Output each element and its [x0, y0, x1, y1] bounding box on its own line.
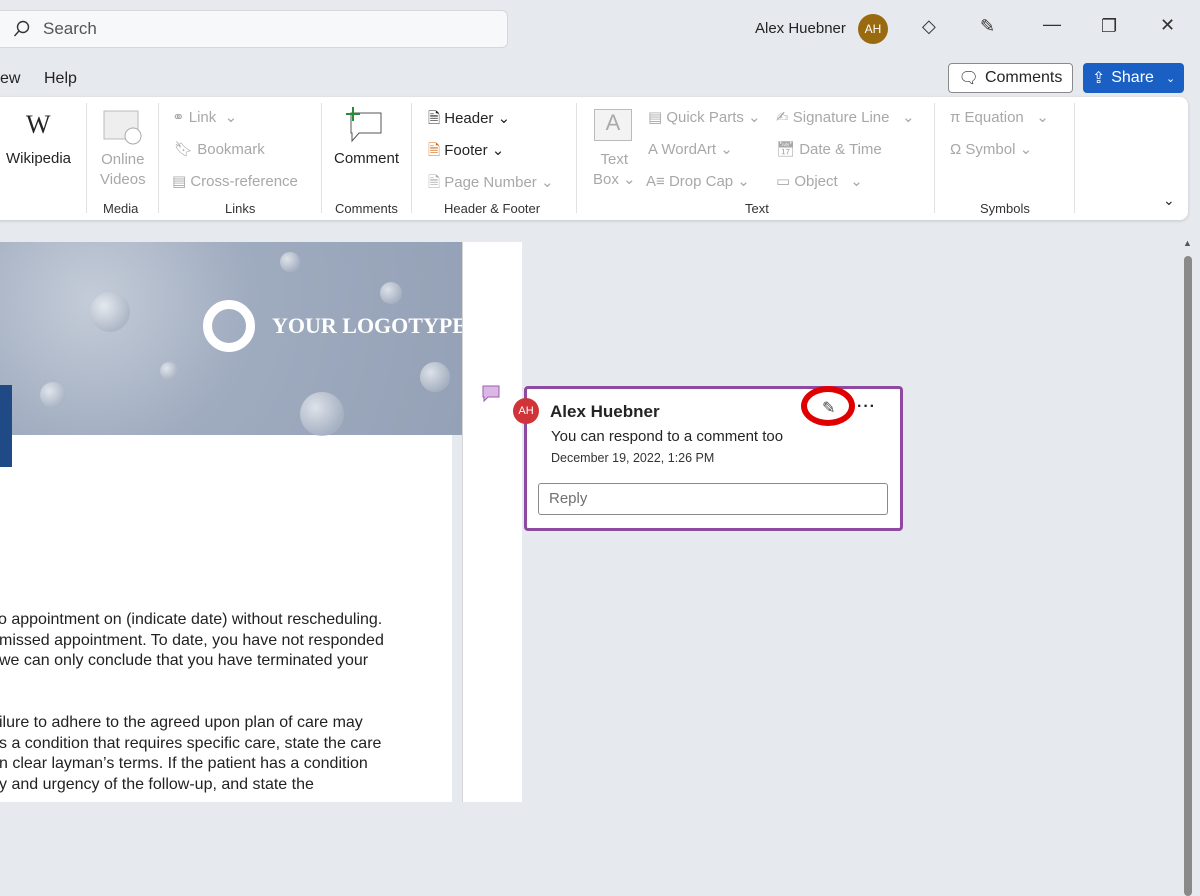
- restore-icon[interactable]: ❐: [1101, 16, 1117, 37]
- comment-avatar: AH: [513, 398, 539, 424]
- paragraph-2[interactable]: ilure to adhere to the agreed upon plan …: [0, 713, 381, 795]
- signature-line-button[interactable]: ✍ Signature Line ⌄: [776, 108, 915, 126]
- comment-marker-icon[interactable]: [482, 385, 500, 403]
- logotype: YOUR LOGOTYPE: [272, 313, 467, 338]
- text-box-icon: A: [594, 109, 632, 141]
- share-icon: ⇪: [1091, 70, 1106, 87]
- group-comments: Comments: [335, 201, 398, 216]
- decorative-bar: [0, 385, 12, 467]
- close-icon[interactable]: ✕: [1160, 15, 1175, 36]
- group-header-footer: Header & Footer: [444, 201, 541, 216]
- comment-timestamp: December 19, 2022, 1:26 PM: [551, 451, 715, 465]
- search-placeholder: Search: [43, 19, 97, 38]
- equation-button[interactable]: π Equation ⌄: [950, 108, 1049, 126]
- collapse-ribbon-chevron-icon[interactable]: ⌄: [1163, 192, 1175, 209]
- text-box-button[interactable]: Text Box ⌄: [593, 150, 636, 190]
- vertical-scrollbar[interactable]: ▲: [1183, 238, 1193, 896]
- reply-input[interactable]: Reply: [538, 483, 888, 515]
- object-button[interactable]: ▭ Object ⌄: [776, 172, 863, 190]
- comment-button[interactable]: Comment: [334, 150, 399, 167]
- share-button[interactable]: ⇪ Share ⌄: [1083, 63, 1184, 93]
- comments-button[interactable]: 🗨 Comments: [948, 63, 1073, 93]
- wikipedia-button[interactable]: Wikipedia: [6, 150, 71, 167]
- group-text: Text: [745, 201, 769, 216]
- avatar[interactable]: AH: [858, 14, 888, 44]
- markup-area: [462, 242, 522, 802]
- header-button[interactable]: 🗎 Header ⌄: [428, 108, 510, 133]
- wikipedia-icon: W: [26, 110, 51, 139]
- quick-parts-button[interactable]: ▤ Quick Parts ⌄: [648, 108, 761, 126]
- link-button[interactable]: ⚭ Link ⌄: [172, 108, 237, 126]
- chevron-down-icon: ⌄: [1165, 72, 1176, 85]
- user-name[interactable]: Alex Huebner: [755, 20, 846, 37]
- footer-button[interactable]: 🗎 Footer ⌄: [428, 140, 504, 165]
- cross-reference-button[interactable]: ▤ Cross-reference: [172, 172, 298, 190]
- menu-help[interactable]: Help: [44, 70, 77, 88]
- new-comment-icon: [346, 107, 382, 143]
- scrollbar-thumb[interactable]: [1184, 256, 1192, 896]
- date-time-button[interactable]: 📅︎ Date & Time: [776, 140, 882, 158]
- group-symbols: Symbols: [980, 201, 1030, 216]
- more-options-icon[interactable]: ···: [857, 398, 876, 416]
- search-box[interactable]: Search: [0, 10, 508, 48]
- group-media: Media: [103, 201, 139, 216]
- drop-cap-button[interactable]: A≡ Drop Cap ⌄: [646, 172, 750, 190]
- comment-icon: 🗨: [958, 70, 979, 87]
- search-icon: [13, 20, 30, 37]
- paragraph-1[interactable]: o appointment on (indicate date) without…: [0, 610, 384, 672]
- bookmark-button[interactable]: 🔖︎ Bookmark: [174, 140, 265, 158]
- wordart-button[interactable]: A WordArt ⌄: [648, 140, 733, 158]
- diamond-icon[interactable]: ◇: [922, 16, 936, 37]
- group-links: Links: [225, 201, 256, 216]
- online-videos-button[interactable]: Online Videos: [100, 150, 146, 190]
- symbol-button[interactable]: Ω Symbol ⌄: [950, 140, 1032, 158]
- comment-text: You can respond to a comment too: [551, 428, 784, 445]
- comment-author: Alex Huebner: [550, 402, 660, 421]
- page-number-button[interactable]: 🗎 Page Number ⌄: [428, 172, 554, 197]
- edit-pencil-icon[interactable]: ✎: [822, 398, 835, 418]
- menu-view[interactable]: ew: [0, 70, 20, 88]
- logo-ring-icon: [203, 300, 255, 352]
- minimize-icon[interactable]: —: [1043, 14, 1061, 35]
- online-videos-icon: [103, 110, 142, 145]
- designer-wand-icon[interactable]: ✎: [980, 16, 995, 37]
